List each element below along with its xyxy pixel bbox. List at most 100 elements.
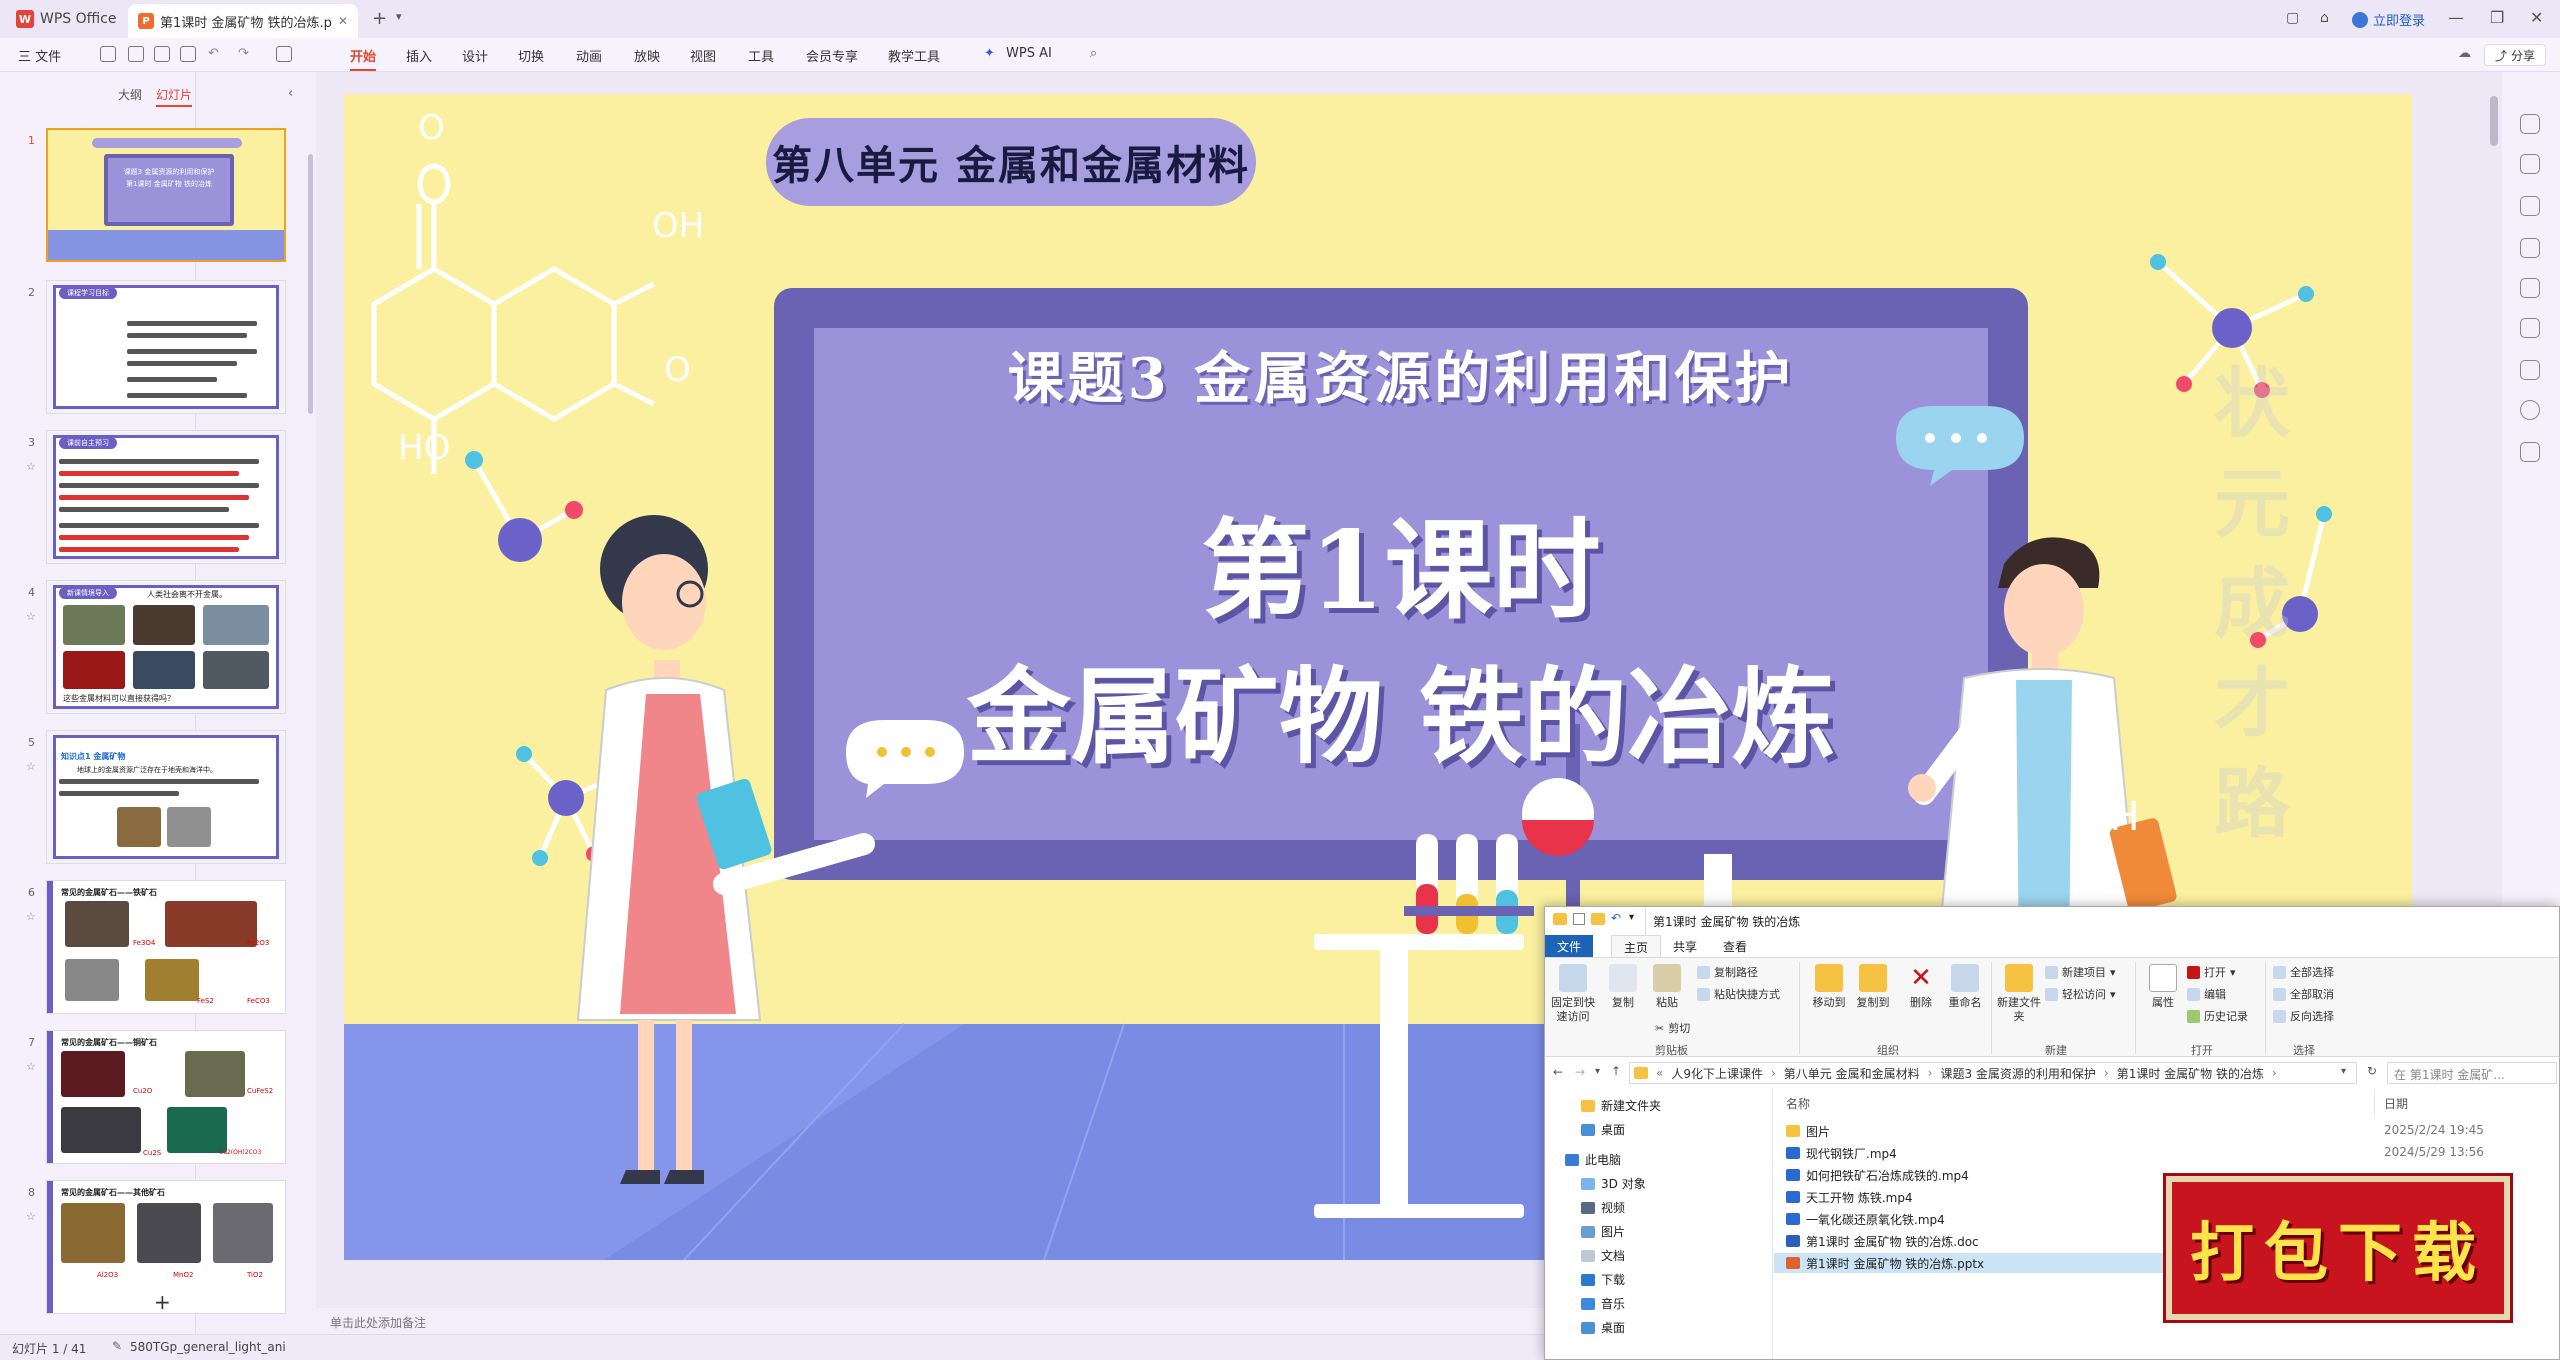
login-button[interactable]: 立即登录 [2352, 10, 2425, 29]
tab-view[interactable]: 视图 [690, 46, 716, 65]
column-header-name[interactable]: 名称 [1786, 1095, 1810, 1112]
copy-to-button[interactable]: 复制到 [1851, 964, 1895, 1010]
maximize-icon[interactable]: ❐ [2490, 8, 2504, 27]
canvas-scrollbar[interactable] [2490, 96, 2498, 146]
close-window-icon[interactable]: ✕ [2530, 8, 2543, 27]
address-dropdown-icon[interactable]: ▾ [2341, 1066, 2346, 1077]
slide-thumb-6[interactable]: 常见的金属矿石——铁矿石 Fe3O4 Fe2O3 FeS2 FeCO3 [46, 880, 286, 1014]
copy-path-button[interactable]: 复制路径 [1697, 964, 1758, 980]
slide-thumb-3[interactable]: 课前自主预习 [46, 430, 286, 564]
tab-menu-chevron-icon[interactable]: ▾ [396, 10, 402, 23]
tab-transition[interactable]: 切换 [518, 46, 544, 65]
copy-button[interactable]: 复制 [1601, 964, 1645, 1010]
skin-icon[interactable]: ⌂ [2320, 10, 2329, 26]
tab-file[interactable]: 文件 [1545, 935, 1594, 957]
file-row[interactable]: 图片 [1774, 1121, 2394, 1141]
add-slide-icon[interactable]: + [154, 1290, 171, 1314]
wps-home-tab[interactable]: W WPS Office [16, 8, 117, 30]
pencil-icon[interactable] [2520, 238, 2540, 258]
thumbnail-scrollbar[interactable] [308, 154, 313, 414]
slide-thumb-4[interactable]: 新课情境导入 人类社会离不开金属。 这些金属材料可以直接获得吗？ [46, 580, 286, 714]
file-row[interactable]: 现代钢铁厂.mp4 [1774, 1143, 2394, 1163]
quick-access-dropdown-icon[interactable]: ▾ [1629, 912, 1634, 923]
tab-tools[interactable]: 工具 [748, 46, 774, 65]
select-none-button[interactable]: 全部取消 [2273, 986, 2334, 1002]
save-icon[interactable] [100, 46, 116, 62]
select-all-button[interactable]: 全部选择 [2273, 964, 2334, 980]
properties-icon[interactable] [2520, 114, 2540, 134]
wps-ai-icon[interactable]: ✦ [984, 46, 995, 61]
nav-item[interactable]: 文档 [1581, 1247, 1625, 1264]
nav-item[interactable]: 新建文件夹 [1581, 1097, 1661, 1114]
settings-icon[interactable] [2520, 360, 2540, 380]
nav-item[interactable]: 图片 [1581, 1223, 1625, 1240]
tab-animation[interactable]: 动画 [576, 46, 602, 65]
output-pdf-icon[interactable] [128, 46, 144, 62]
history-button[interactable]: 历史记录 [2187, 1008, 2248, 1024]
properties-icon[interactable] [1573, 913, 1585, 925]
pin-quick-access-button[interactable]: 固定到快速访问 [1551, 964, 1595, 1024]
new-folder-icon[interactable] [1591, 913, 1605, 925]
redo-icon[interactable]: ↷ [238, 46, 249, 61]
new-item-button[interactable]: 新建项目 ▾ [2045, 964, 2116, 980]
print-icon[interactable] [154, 46, 170, 62]
tab-teaching-tools[interactable]: 教学工具 [888, 46, 940, 65]
undo-icon[interactable]: ↶ [208, 46, 219, 61]
tab-share[interactable]: 共享 [1661, 935, 1709, 957]
star-icon[interactable] [2520, 154, 2540, 174]
delete-button[interactable]: ✕ 删除 [1899, 964, 1943, 1010]
download-badge[interactable]: 打包下载 [2166, 1176, 2510, 1320]
breadcrumb-item[interactable]: 第八单元 金属和金属材料 [1784, 1065, 1920, 1082]
refresh-icon[interactable]: ↻ [2367, 1064, 2377, 1078]
properties-button[interactable]: 属性 [2141, 964, 2185, 1010]
paste-shortcut-button[interactable]: 粘贴快捷方式 [1697, 986, 1780, 1002]
image-icon[interactable] [2520, 318, 2540, 338]
breadcrumb-item[interactable]: 课题3 金属资源的利用和保护 [1940, 1065, 2095, 1082]
tab-design[interactable]: 设计 [462, 46, 488, 65]
paste-button[interactable]: 粘贴 [1645, 964, 1689, 1010]
easy-access-button[interactable]: 轻松访问 ▾ [2045, 986, 2116, 1002]
edit-button[interactable]: 编辑 [2187, 986, 2226, 1002]
close-tab-icon[interactable]: ✕ [338, 14, 348, 28]
tab-start[interactable]: 开始 [350, 46, 377, 71]
nav-item[interactable]: 3D 对象 [1581, 1175, 1646, 1192]
back-arrow-icon[interactable]: ← [1553, 1065, 1563, 1079]
tab-member[interactable]: 会员专享 [806, 46, 858, 65]
tab-insert[interactable]: 插入 [406, 46, 432, 65]
more-icon[interactable] [2520, 442, 2540, 462]
recent-dropdown-icon[interactable]: ▾ [1595, 1066, 1600, 1077]
open-button[interactable]: 打开 ▾ [2187, 964, 2236, 980]
breadcrumb-item[interactable]: 人9化下上课课件 [1671, 1065, 1763, 1082]
nav-item-this-pc[interactable]: 此电脑 [1565, 1151, 1621, 1168]
nav-item[interactable]: 桌面 [1581, 1121, 1625, 1138]
cloud-icon[interactable]: ☁ [2458, 46, 2471, 61]
nav-item[interactable]: 音乐 [1581, 1295, 1625, 1312]
invert-selection-button[interactable]: 反向选择 [2273, 1008, 2334, 1024]
preview-icon[interactable] [180, 46, 196, 62]
breadcrumb-item[interactable]: 第1课时 金属矿物 铁的冶炼 [2117, 1065, 2264, 1082]
new-folder-button[interactable]: 新建文件夹 [1997, 964, 2041, 1024]
theme-name[interactable]: 580TGp_general_light_ani [130, 1340, 286, 1354]
address-bar[interactable]: « 人9化下上课课件 › 第八单元 金属和金属材料 › 课题3 金属资源的利用和保护… [1629, 1062, 2357, 1084]
nav-item[interactable]: 桌面 [1581, 1319, 1625, 1336]
animation-icon[interactable] [2520, 278, 2540, 298]
nav-item[interactable]: 下载 [1581, 1271, 1625, 1288]
slide-thumb-1[interactable]: 课题3 金属资源的利用和保护 第1课时 金属矿物 铁的冶炼 [46, 128, 286, 262]
help-icon[interactable] [2520, 400, 2540, 420]
cut-button[interactable]: ✂ 剪切 [1655, 1020, 1690, 1036]
tab-wps-ai[interactable]: WPS AI [1006, 46, 1052, 61]
slide-thumb-2[interactable]: 课程学习目标 [46, 280, 286, 414]
document-tab[interactable]: P 第1课时 金属矿物 铁的冶炼.p ✕ [128, 4, 358, 38]
rename-button[interactable]: 重命名 [1943, 964, 1987, 1010]
nav-item[interactable]: 视频 [1581, 1199, 1625, 1216]
share-button[interactable]: ⤴ 分享 [2484, 44, 2546, 66]
tab-view[interactable]: 查看 [1711, 935, 1759, 957]
slide-thumb-7[interactable]: 常见的金属矿石——铜矿石 Cu2O CuFeS2 Cu2S Cu2(OH)2CO… [46, 1030, 286, 1164]
tab-slideshow[interactable]: 放映 [634, 46, 660, 65]
window-layout-icon[interactable]: ▢ [2286, 10, 2299, 26]
column-header-date[interactable]: 日期 [2384, 1095, 2408, 1112]
tab-home[interactable]: 主页 [1611, 935, 1662, 957]
up-arrow-icon[interactable]: ↑ [1611, 1064, 1621, 1078]
slide-thumb-5[interactable]: 知识点1 金属矿物 地球上的金属资源广泛存在于地壳和海洋中。 [46, 730, 286, 864]
search-icon[interactable]: ⌕ [1090, 46, 1097, 61]
